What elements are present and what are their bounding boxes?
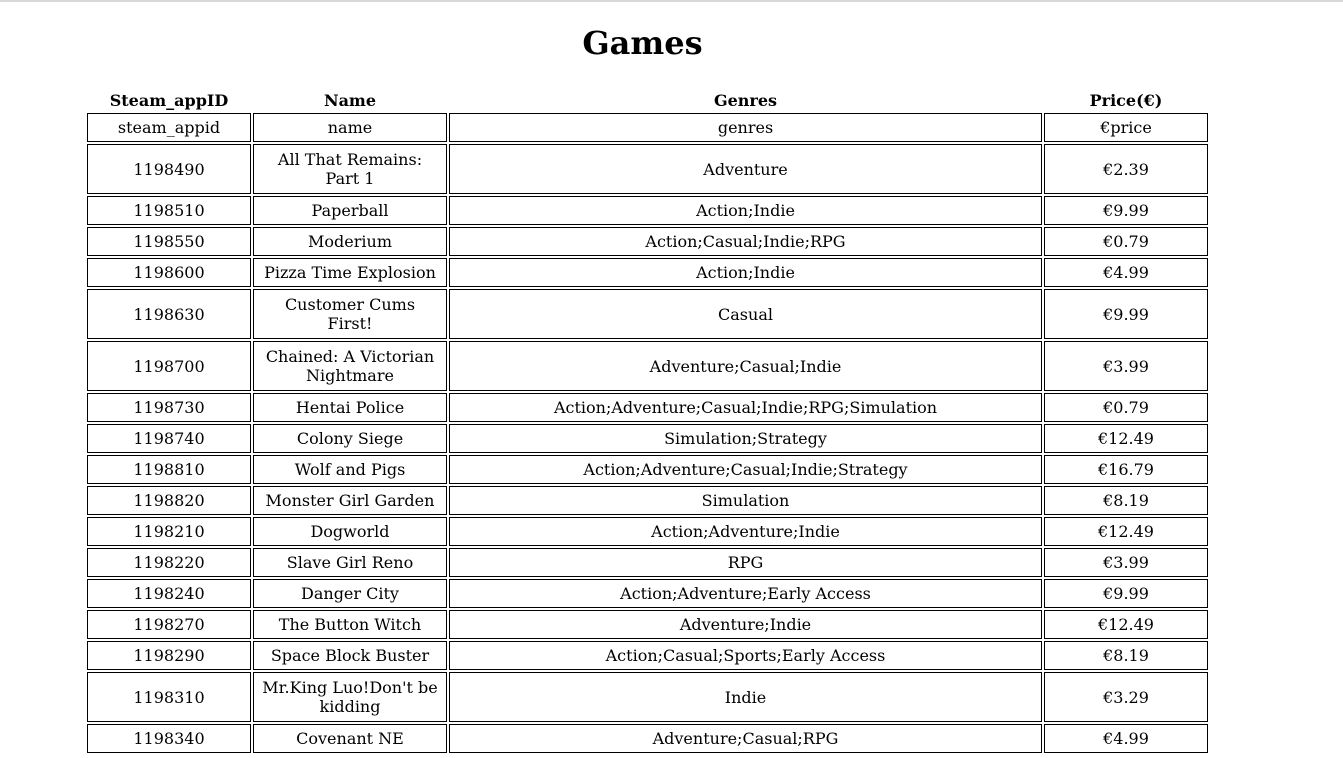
cell-price: €0.79	[1044, 393, 1208, 422]
cell-name: Customer Cums First!	[253, 289, 447, 339]
cell-price: €8.19	[1044, 641, 1208, 670]
cell-price: €9.99	[1044, 196, 1208, 225]
table-row: steam_appid name genres €price	[87, 113, 1208, 142]
cell-price: €2.39	[1044, 144, 1208, 194]
cell-genres: Action;Adventure;Casual;Indie;Strategy	[449, 455, 1042, 484]
table-row: 1198290 Space Block Buster Action;Casual…	[87, 641, 1208, 670]
cell-steam-appid: 1198820	[87, 486, 251, 515]
table-row: 1198490 All That Remains: Part 1 Adventu…	[87, 144, 1208, 194]
table-row: 1198810 Wolf and Pigs Action;Adventure;C…	[87, 455, 1208, 484]
cell-price: €4.99	[1044, 258, 1208, 287]
cell-genres: Action;Adventure;Indie	[449, 517, 1042, 546]
cell-genres: Adventure;Casual;Indie	[449, 341, 1042, 391]
table-row: 1198210 Dogworld Action;Adventure;Indie …	[87, 517, 1208, 546]
column-header-name: Name	[323, 91, 377, 110]
cell-name: Moderium	[253, 227, 447, 256]
cell-price: €0.79	[1044, 227, 1208, 256]
cell-steam-appid: 1198290	[87, 641, 251, 670]
table-row: 1198730 Hentai Police Action;Adventure;C…	[87, 393, 1208, 422]
cell-price: €4.99	[1044, 724, 1208, 753]
cell-name: Covenant NE	[253, 724, 447, 753]
cell-genres: Action;Indie	[449, 196, 1042, 225]
table-row: 1198310 Mr.King Luo!Don't be kidding Ind…	[87, 672, 1208, 722]
table-row: 1198270 The Button Witch Adventure;Indie…	[87, 610, 1208, 639]
cell-name: Colony Siege	[253, 424, 447, 453]
cell-genres: Action;Adventure;Early Access	[449, 579, 1042, 608]
cell-name: Monster Girl Garden	[253, 486, 447, 515]
cell-steam-appid: 1198550	[87, 227, 251, 256]
column-header-genres: Genres	[713, 91, 778, 110]
cell-steam-appid: 1198510	[87, 196, 251, 225]
table-row: 1198600 Pizza Time Explosion Action;Indi…	[87, 258, 1208, 287]
cell-genres: genres	[449, 113, 1042, 142]
table-row: 1198240 Danger City Action;Adventure;Ear…	[87, 579, 1208, 608]
cell-price: €8.19	[1044, 486, 1208, 515]
cell-steam-appid: steam_appid	[87, 113, 251, 142]
cell-steam-appid: 1198810	[87, 455, 251, 484]
cell-name: Wolf and Pigs	[253, 455, 447, 484]
cell-steam-appid: 1198630	[87, 289, 251, 339]
cell-steam-appid: 1198740	[87, 424, 251, 453]
column-header-steam-appid: Steam_appID	[109, 91, 229, 110]
cell-genres: Action;Casual;Indie;RPG	[449, 227, 1042, 256]
cell-steam-appid: 1198490	[87, 144, 251, 194]
cell-steam-appid: 1198270	[87, 610, 251, 639]
cell-steam-appid: 1198600	[87, 258, 251, 287]
cell-genres: Adventure;Indie	[449, 610, 1042, 639]
cell-genres: RPG	[449, 548, 1042, 577]
table-row: 1198550 Moderium Action;Casual;Indie;RPG…	[87, 227, 1208, 256]
cell-genres: Indie	[449, 672, 1042, 722]
cell-price: €12.49	[1044, 610, 1208, 639]
cell-steam-appid: 1198220	[87, 548, 251, 577]
cell-steam-appid: 1198700	[87, 341, 251, 391]
table-row: 1198220 Slave Girl Reno RPG €3.99	[87, 548, 1208, 577]
cell-name: The Button Witch	[253, 610, 447, 639]
cell-price: €16.79	[1044, 455, 1208, 484]
cell-steam-appid: 1198730	[87, 393, 251, 422]
cell-steam-appid: 1198210	[87, 517, 251, 546]
table-row: 1198630 Customer Cums First! Casual €9.9…	[87, 289, 1208, 339]
table-row: 1198700 Chained: A Victorian Nightmare A…	[87, 341, 1208, 391]
cell-price: €3.99	[1044, 548, 1208, 577]
games-table: Steam_appID Name Genres Price(€) steam_a…	[85, 87, 1210, 755]
cell-price: €3.99	[1044, 341, 1208, 391]
cell-genres: Action;Adventure;Casual;Indie;RPG;Simula…	[449, 393, 1042, 422]
cell-genres: Action;Indie	[449, 258, 1042, 287]
cell-genres: Simulation;Strategy	[449, 424, 1042, 453]
cell-genres: Casual	[449, 289, 1042, 339]
cell-name: Paperball	[253, 196, 447, 225]
page-title: Games	[582, 24, 703, 62]
table-header-row: Steam_appID Name Genres Price(€)	[87, 89, 1208, 111]
cell-price: €12.49	[1044, 517, 1208, 546]
cell-name: Dogworld	[253, 517, 447, 546]
cell-price: €price	[1044, 113, 1208, 142]
cell-name: Chained: A Victorian Nightmare	[253, 341, 447, 391]
cell-price: €12.49	[1044, 424, 1208, 453]
cell-name: Pizza Time Explosion	[253, 258, 447, 287]
cell-genres: Adventure	[449, 144, 1042, 194]
cell-name: Mr.King Luo!Don't be kidding	[253, 672, 447, 722]
cell-name: Danger City	[253, 579, 447, 608]
cell-name: Space Block Buster	[253, 641, 447, 670]
cell-name: All That Remains: Part 1	[253, 144, 447, 194]
cell-name: Hentai Police	[253, 393, 447, 422]
table-row: 1198510 Paperball Action;Indie €9.99	[87, 196, 1208, 225]
cell-genres: Action;Casual;Sports;Early Access	[449, 641, 1042, 670]
cell-genres: Adventure;Casual;RPG	[449, 724, 1042, 753]
cell-steam-appid: 1198340	[87, 724, 251, 753]
cell-steam-appid: 1198310	[87, 672, 251, 722]
cell-steam-appid: 1198240	[87, 579, 251, 608]
cell-name: Slave Girl Reno	[253, 548, 447, 577]
cell-name: name	[253, 113, 447, 142]
table-row: 1198740 Colony Siege Simulation;Strategy…	[87, 424, 1208, 453]
cell-price: €3.29	[1044, 672, 1208, 722]
cell-genres: Simulation	[449, 486, 1042, 515]
table-row: 1198820 Monster Girl Garden Simulation €…	[87, 486, 1208, 515]
cell-price: €9.99	[1044, 289, 1208, 339]
table-row: 1198340 Covenant NE Adventure;Casual;RPG…	[87, 724, 1208, 753]
column-header-price: Price(€)	[1089, 91, 1163, 110]
cell-price: €9.99	[1044, 579, 1208, 608]
